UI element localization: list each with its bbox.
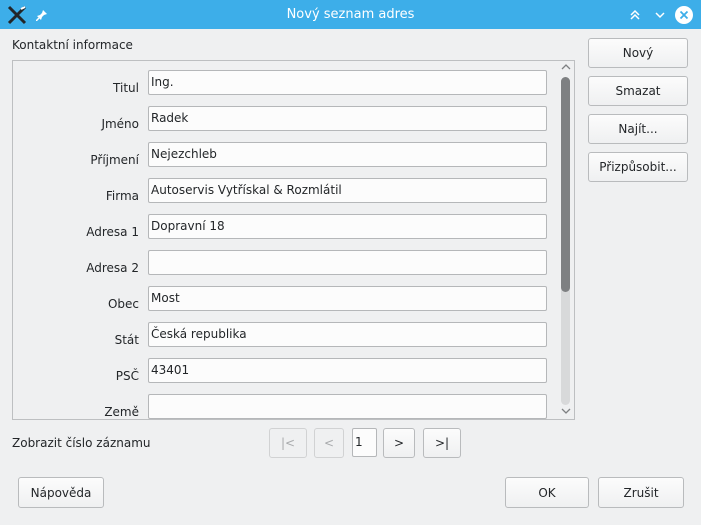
field-label-city: Obec: [107, 297, 139, 311]
title-field[interactable]: Ing.: [148, 70, 547, 95]
next-record-button[interactable]: >: [383, 428, 415, 458]
field-label-first-name: Jméno: [101, 117, 139, 131]
field-label-title: Titul: [113, 81, 139, 95]
scrollbar-thumb[interactable]: [561, 77, 570, 292]
field-label-address-2: Adresa 2: [86, 261, 139, 275]
minimize-icon[interactable]: [651, 0, 669, 29]
state-field[interactable]: Česká republika: [148, 322, 547, 347]
city-field[interactable]: Most: [148, 286, 547, 311]
cancel-button[interactable]: Zrušit: [598, 477, 684, 508]
address-1-field[interactable]: Dopravní 18: [148, 214, 547, 239]
last-name-field[interactable]: Nejezchleb: [148, 142, 547, 167]
contact-fields-panel: Titul Ing. Jméno Radek Příjmení Nejezchl…: [12, 60, 575, 420]
field-label-company: Firma: [105, 189, 139, 203]
customize-button[interactable]: Přizpůsobit...: [588, 152, 688, 182]
scroll-up-icon[interactable]: [560, 63, 572, 75]
previous-record-button[interactable]: <: [314, 428, 344, 458]
keep-above-icon[interactable]: [626, 0, 644, 29]
help-button[interactable]: Nápověda: [18, 477, 104, 508]
window-title: Nový seznam adres: [286, 7, 415, 22]
record-number-input[interactable]: 1: [352, 428, 377, 457]
field-label-last-name: Příjmení: [90, 153, 139, 167]
vertical-scrollbar[interactable]: [558, 63, 574, 419]
first-name-field[interactable]: Radek: [148, 106, 547, 131]
find-button[interactable]: Najít...: [588, 114, 688, 144]
delete-button[interactable]: Smazat: [588, 76, 688, 106]
company-field[interactable]: Autoservis Vytřískal & Rozmlátil: [148, 178, 547, 203]
field-label-state: Stát: [114, 333, 139, 347]
last-record-button[interactable]: >|: [423, 428, 461, 458]
address-2-field[interactable]: [148, 250, 547, 275]
field-label-country: Země: [104, 405, 139, 419]
ok-button[interactable]: OK: [505, 477, 589, 508]
new-button[interactable]: Nový: [588, 38, 688, 68]
title-bar: Nový seznam adres: [0, 0, 701, 29]
record-number-label: Zobrazit číslo záznamu: [12, 436, 151, 450]
zip-field[interactable]: 43401: [148, 358, 547, 383]
country-field[interactable]: [148, 394, 547, 419]
close-icon[interactable]: [672, 0, 696, 29]
field-label-address-1: Adresa 1: [86, 225, 139, 239]
scroll-down-icon[interactable]: [560, 407, 572, 419]
contact-info-heading: Kontaktní informace: [12, 38, 133, 52]
first-record-button[interactable]: |<: [269, 428, 307, 458]
field-label-zip: PSČ: [115, 369, 139, 383]
